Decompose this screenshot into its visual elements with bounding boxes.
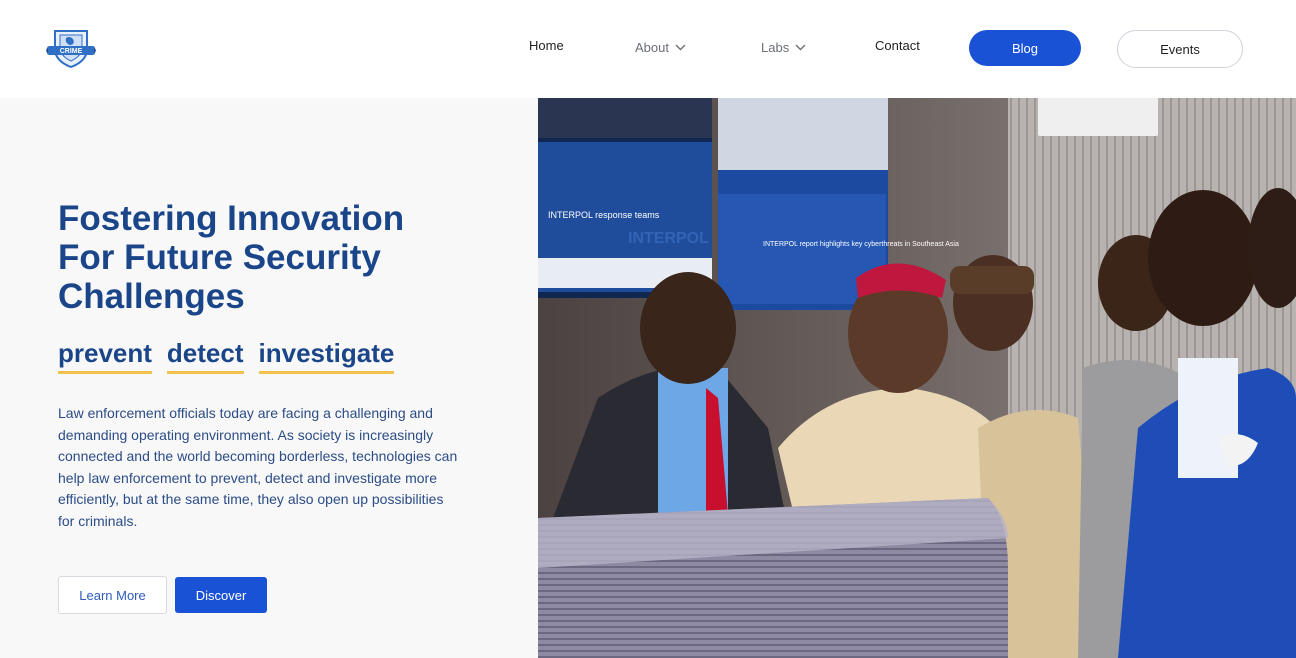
keyword-detect: detect	[166, 338, 244, 374]
nav-home[interactable]: Home	[529, 38, 564, 53]
hero-section: Fostering Innovation For Future Security…	[0, 98, 538, 658]
blog-button[interactable]: Blog	[969, 30, 1081, 66]
logo-text: CRIME	[60, 48, 83, 55]
nav-about[interactable]: About	[635, 40, 686, 55]
site-header: CRIME Home About Labs Contact Blog Event…	[0, 0, 1296, 98]
keyword-investigate: investigate	[258, 338, 395, 374]
discover-button[interactable]: Discover	[175, 577, 267, 613]
nav-about-label: About	[635, 40, 669, 55]
crime-logo-icon[interactable]: CRIME	[46, 27, 96, 69]
hero-title: Fostering Innovation For Future Security…	[58, 199, 405, 316]
hero-photo: INTERPOL response teams INTERPOL report …	[538, 98, 1296, 658]
learn-more-button[interactable]: Learn More	[58, 576, 167, 614]
chevron-down-icon	[795, 44, 806, 51]
hero-keywords: prevent detect investigate	[58, 338, 395, 374]
keyword-prevent: prevent	[58, 338, 152, 374]
hero-description: Law enforcement officials today are faci…	[58, 405, 458, 529]
nav-contact[interactable]: Contact	[875, 38, 920, 53]
chevron-down-icon	[675, 44, 686, 51]
events-button[interactable]: Events	[1117, 30, 1243, 68]
nav-labs[interactable]: Labs	[761, 40, 806, 55]
hero-photo-illustration: INTERPOL response teams INTERPOL report …	[538, 98, 1296, 658]
nav-labs-label: Labs	[761, 40, 790, 55]
screen-left-text: INTERPOL response teams	[548, 210, 660, 220]
screen-right-text: INTERPOL report highlights key cyberthre…	[763, 241, 959, 248]
screen-logo-text: INTERPOL	[628, 230, 709, 247]
